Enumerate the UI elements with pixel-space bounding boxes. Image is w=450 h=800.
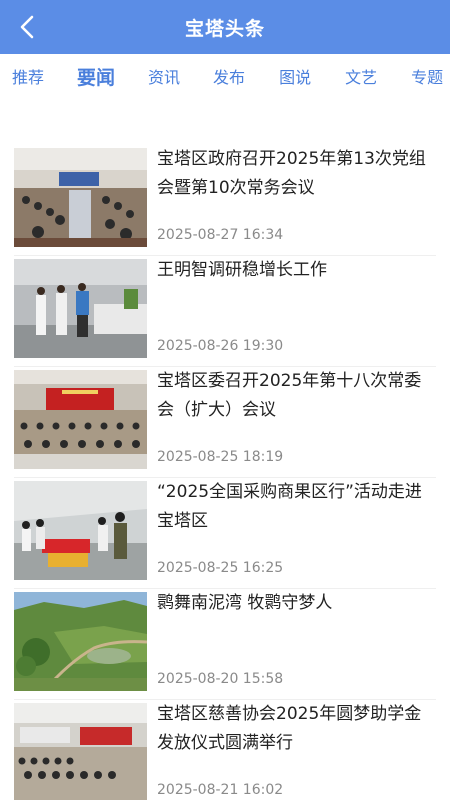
category-tabs: 推荐 要闻 资讯 发布 图说 文艺 专题: [0, 54, 450, 98]
news-date: 2025-08-20 15:58: [157, 671, 284, 687]
top-bar: 宝塔头条: [0, 0, 450, 54]
news-date: 2025-08-25 18:19: [157, 449, 284, 465]
chevron-left-icon: [20, 15, 34, 39]
tab-recommend[interactable]: 推荐: [12, 64, 44, 88]
news-title: 宝塔区委召开2025年第十八次常委会（扩大）会议: [157, 371, 422, 420]
news-list: 宝塔区政府召开2025年第13次党组会暨第10次常务会议 2025-08-27 …: [0, 145, 450, 800]
tab-release[interactable]: 发布: [213, 64, 245, 88]
news-item[interactable]: 王明智调研稳增长工作 2025-08-26 19:30: [14, 256, 436, 367]
page-title: 宝塔头条: [184, 17, 265, 40]
tab-headlines[interactable]: 要闻: [77, 63, 115, 90]
news-thumbnail: [14, 703, 147, 800]
tab-special[interactable]: 专题: [411, 64, 443, 88]
news-date: 2025-08-21 16:02: [157, 782, 284, 798]
news-title: 王明智调研稳增长工作: [157, 260, 327, 280]
tab-culture[interactable]: 文艺: [345, 64, 377, 88]
news-thumbnail: [14, 148, 147, 247]
news-title: 宝塔区政府召开2025年第13次党组会暨第10次常务会议: [157, 149, 426, 198]
news-thumbnail: [14, 481, 147, 580]
news-date: 2025-08-25 16:25: [157, 560, 284, 576]
news-thumbnail: [14, 259, 147, 358]
news-item[interactable]: “2025全国采购商果区行”活动走进宝塔区 2025-08-25 16:25: [14, 478, 436, 589]
news-item[interactable]: 鹮舞南泥湾 牧鹮守梦人 2025-08-20 15:58: [14, 589, 436, 700]
news-date: 2025-08-26 19:30: [157, 338, 284, 354]
back-button[interactable]: [8, 7, 48, 47]
news-title: 宝塔区慈善协会2025年圆梦助学金发放仪式圆满举行: [157, 704, 422, 753]
news-item[interactable]: 宝塔区慈善协会2025年圆梦助学金发放仪式圆满举行 2025-08-21 16:…: [14, 700, 436, 800]
news-date: 2025-08-27 16:34: [157, 227, 284, 243]
news-item[interactable]: 宝塔区委召开2025年第十八次常委会（扩大）会议 2025-08-25 18:1…: [14, 367, 436, 478]
news-title: “2025全国采购商果区行”活动走进宝塔区: [157, 482, 422, 531]
news-item[interactable]: 宝塔区政府召开2025年第13次党组会暨第10次常务会议 2025-08-27 …: [14, 145, 436, 256]
news-thumbnail: [14, 370, 147, 469]
tab-photo[interactable]: 图说: [279, 64, 311, 88]
news-title: 鹮舞南泥湾 牧鹮守梦人: [157, 593, 333, 613]
tab-news[interactable]: 资讯: [148, 64, 180, 88]
news-thumbnail: [14, 592, 147, 691]
